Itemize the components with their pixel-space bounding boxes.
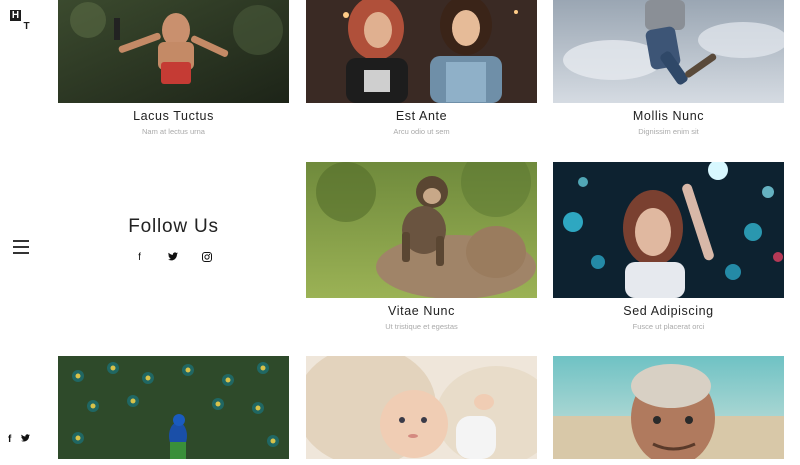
card-image[interactable] [306,0,537,103]
site-logo[interactable]: H T [10,10,32,32]
card-image[interactable] [553,356,784,459]
card-title[interactable]: Sed Adipiscing [553,304,784,319]
menu-hamburger-icon[interactable] [13,240,29,254]
card-image[interactable] [58,356,289,459]
portfolio-card[interactable]: Sed Adipiscing Fusce ut placerat orci [553,162,784,332]
card-subtitle: Arcu odio ut sem [393,127,450,136]
card-title[interactable]: Mollis Nunc [553,109,784,124]
facebook-icon[interactable]: f [8,434,11,445]
logo-letter-t: T [21,21,32,32]
twitter-icon[interactable] [167,252,180,263]
facebook-icon[interactable]: f [134,252,146,263]
portfolio-card[interactable]: Vitae Nunc Ut tristique et egestas [306,162,537,332]
portfolio-card[interactable] [306,356,537,465]
portfolio-card[interactable] [553,356,784,465]
follow-title: Follow Us [128,216,219,237]
logo-letter-h: H [10,10,21,21]
card-image[interactable] [306,162,537,298]
portfolio-card[interactable]: Lacus Tuctus Nam at lectus urna [58,0,289,137]
instagram-icon[interactable] [201,252,214,263]
portfolio-card[interactable]: Est Ante Arcu odio ut sem [306,0,537,137]
card-image[interactable] [58,0,289,103]
card-subtitle: Ut tristique et egestas [385,322,458,331]
card-title[interactable]: Est Ante [306,109,537,124]
card-subtitle: Fusce ut placerat orci [632,322,705,331]
card-title[interactable]: Lacus Tuctus [58,109,289,124]
card-image[interactable] [553,162,784,298]
portfolio-card[interactable] [58,356,289,465]
follow-us-block: Follow Us f [58,216,289,263]
card-title[interactable]: Vitae Nunc [306,304,537,319]
portfolio-card[interactable]: Mollis Nunc Dignissim enim sit [553,0,784,137]
card-subtitle: Dignissim enim sit [638,127,699,136]
card-image[interactable] [553,0,784,103]
card-subtitle: Nam at lectus urna [142,127,205,136]
sidebar-social: f [8,434,31,445]
twitter-icon[interactable] [21,434,31,445]
follow-social-icons: f [58,252,289,263]
card-image[interactable] [306,356,537,459]
